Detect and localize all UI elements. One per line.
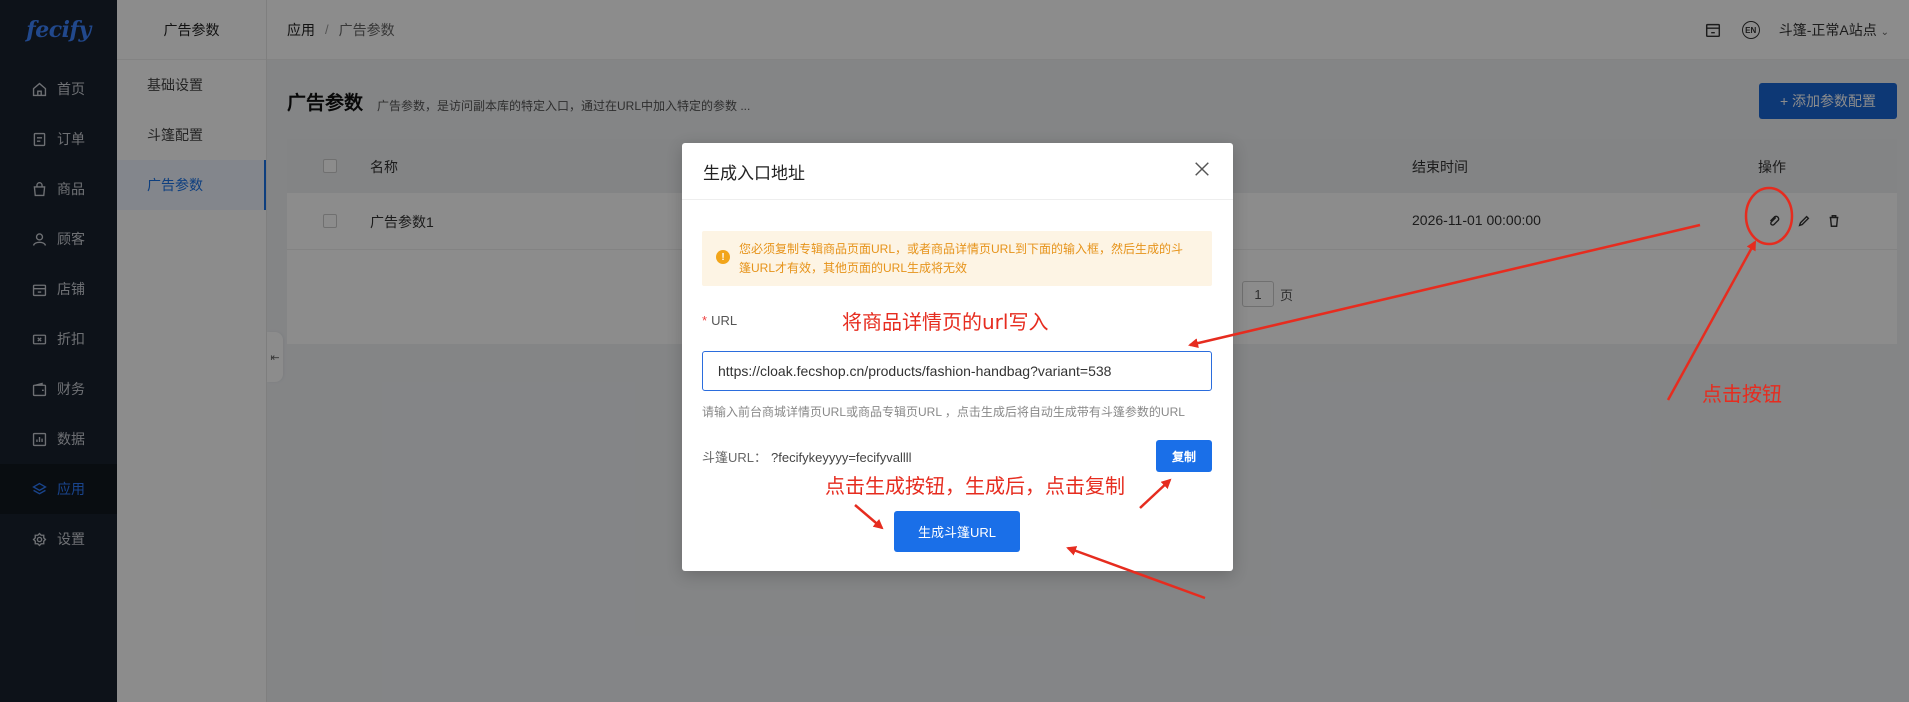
copy-button[interactable]: 复制 <box>1156 440 1212 472</box>
alert-text: 您必须复制专辑商品页面URL，或者商品详情页URL到下面的输入框，然后生成的斗篷… <box>739 242 1184 275</box>
annotation-write-url: 将商品详情页的url写入 <box>842 310 1049 334</box>
url-label-text: URL <box>711 313 738 328</box>
modal-title: 生成入口地址 <box>682 143 1233 200</box>
cloak-url-row: 斗篷URL： ?fecifykeyyyy=fecifyvallll <box>702 447 912 466</box>
warning-icon: ! <box>716 250 730 264</box>
annotation-click-generate: 点击生成按钮，生成后，点击复制 <box>825 474 1125 498</box>
cloak-url-label: 斗篷URL： <box>702 450 768 465</box>
warning-alert: ! 您必须复制专辑商品页面URL，或者商品详情页URL到下面的输入框，然后生成的… <box>702 231 1212 286</box>
url-input[interactable] <box>702 351 1212 391</box>
close-icon[interactable] <box>1193 160 1213 180</box>
cloak-url-value: ?fecifykeyyyy=fecifyvallll <box>771 450 912 465</box>
url-label: * URL <box>702 313 737 328</box>
generate-cloak-url-button[interactable]: 生成斗篷URL <box>894 511 1020 552</box>
url-help-text: 请输入前台商城详情页URL或商品专辑页URL ，点击生成后将自动生成带有斗篷参数… <box>702 405 1185 419</box>
required-mark: * <box>702 313 708 328</box>
annotation-click-button: 点击按钮 <box>1702 382 1782 406</box>
generate-url-modal: 生成入口地址 ! 您必须复制专辑商品页面URL，或者商品详情页URL到下面的输入… <box>682 143 1233 571</box>
